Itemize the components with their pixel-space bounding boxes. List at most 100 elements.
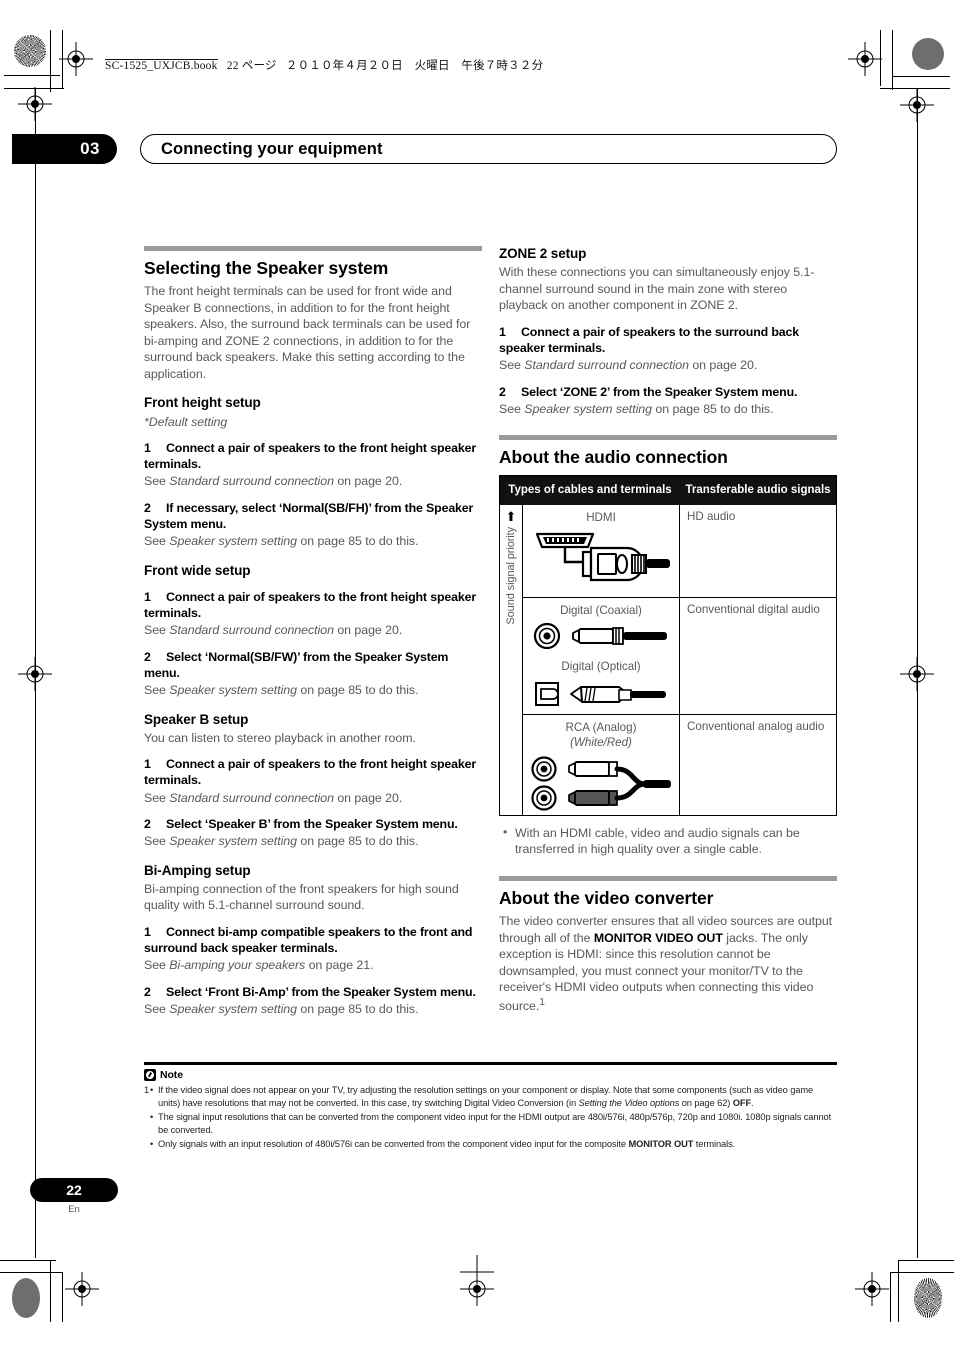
crop-mark [0,1272,62,1273]
print-file-header: SC-1525_UXJCB.book 22 ページ ２０１０年４月２０日 火曜日… [105,57,543,73]
step-number: 2 [144,817,151,832]
registration-mark-top-center [460,1255,494,1289]
step-text: Select ‘Speaker B’ from the Speaker Syst… [166,817,458,832]
coaxial-connector-icon [527,621,675,651]
see-target: Speaker system setting [169,834,297,849]
see-target: Standard surround connection [169,790,334,805]
table-row: RCA (Analog) (White/Red) Conventional an… [523,714,836,815]
table-header-row: Types of cables and terminals Transferab… [500,476,836,505]
note-text: The signal input resolutions that can be… [158,1111,832,1136]
step-number: 1 [144,441,151,456]
page-number-badge: 22 [30,1178,118,1202]
see-prefix: See [499,358,525,373]
step: 1 Connect a pair of speakers to the front… [144,756,482,788]
halftone-dot-top-right [912,38,944,70]
column-header-cables: Types of cables and terminals [508,484,672,497]
note-item: • Only signals with an input resolution o… [144,1138,837,1151]
registration-mark-bottom-left [65,1272,99,1306]
crop-mark [62,1272,63,1322]
crop-mark [890,1272,954,1273]
see-suffix: on page 20. [333,474,403,489]
registration-mark-bottom-right [855,1272,889,1306]
footnote-reference: 1 [539,996,545,1008]
see-target: Standard surround connection [169,474,334,489]
step-reference: See Standard surround connection on page… [144,790,482,807]
see-suffix: on page 20. [333,790,403,805]
note-body: 1 • If the video signal does not appear on… [144,1084,837,1152]
left-column: Selecting the Speaker system The front h… [144,246,482,1019]
subheading-front-height: Front height setup [144,395,261,411]
crop-mark [4,75,60,76]
see-suffix: on page 85 to do this. [296,682,419,697]
halftone-dot-top-left [14,35,46,67]
step-reference: See Speaker system setting on page 85 to… [144,1001,482,1018]
cell-cable-type: RCA (Analog) (White/Red) [523,714,680,815]
see-prefix: See [144,474,170,489]
section-rule [144,246,482,251]
see-prefix: See [144,958,170,973]
see-prefix: See [144,1001,170,1016]
step-text: Select ‘ZONE 2’ from the Speaker System … [521,384,798,399]
see-target: Speaker system setting [169,534,297,549]
crop-mark [50,30,51,92]
subheading-zone2: ZONE 2 setup [499,246,587,261]
up-arrow-icon: ⬆ [505,508,517,524]
section-heading-audio-connection: About the audio connection [499,447,728,468]
table-row: Digital (Coaxial) Digital (Optical) Conv… [523,597,836,715]
registration-mark-top-left [59,42,93,76]
column-header-signals: Transferable audio signals [685,484,831,497]
step-reference: See Standard surround connection on page… [144,622,482,639]
step-reference: See Bi-amping your speakers on page 21. [144,957,482,974]
see-suffix: on page 85 to do this. [296,834,419,849]
optical-connector-icon [527,677,675,711]
subheading-front-wide: Front wide setup [144,562,251,578]
sound-signal-priority-axis: ⬆ Sound signal priority [500,504,523,815]
crop-mark [898,1260,954,1261]
step-reference: See Speaker system setting on page 85 to… [144,682,482,699]
cell-signal-type: HD audio [687,509,736,523]
section-heading-speaker-system: Selecting the Speaker system [144,258,389,278]
note-bullet: • [150,1139,154,1150]
cell-signal-type: Conventional digital audio [687,602,820,616]
cell-cable-type: Digital (Coaxial) Digital (Optical) [523,597,680,714]
subheading-bi-amping: Bi-Amping setup [144,862,251,878]
step-text: If necessary, select ‘Normal(SB/FH)’ fro… [144,500,474,532]
step: 2 If necessary, select ‘Normal(SB/FH)’ fr… [144,500,482,532]
section-rule [499,435,837,441]
see-prefix: See [144,682,170,697]
step-number: 2 [144,500,151,515]
video-converter-paragraph: The video converter ensures that all vid… [499,913,837,1014]
page-language-code: En [68,1204,80,1215]
see-suffix: on page 21. [305,958,374,973]
note-marker: 1 [144,1084,150,1095]
cable-name: RCA (Analog) [565,720,637,734]
note-text: Only signals with an input resolution of… [158,1139,629,1150]
see-suffix: on page 85 to do this. [296,1001,419,1016]
crop-mark [892,76,950,77]
note-bullet: • [150,1111,154,1122]
step-reference: See Standard surround connection on page… [499,357,837,374]
section-heading-video-converter: About the video converter [499,888,714,909]
step-number: 2 [144,984,151,999]
audio-connection-table: Types of cables and terminals Transferab… [499,475,837,816]
hdmi-connector-icon [527,528,675,586]
step: 1 Connect a pair of speakers to the surro… [499,324,837,356]
bi-amping-intro: Bi-amping connection of the front speake… [144,881,459,913]
step-text: Select ‘Front Bi-Amp’ from the Speaker S… [166,984,476,999]
trim-line-left [35,88,36,1258]
document-page: SC-1525_UXJCB.book 22 ページ ２０１０年４月２０日 火曜日… [0,0,954,1350]
crop-mark [50,1260,51,1322]
note-rule [144,1062,837,1065]
table-row: HDMI HD audio [523,504,836,598]
step-reference: See Speaker system setting on page 85 to… [499,401,837,418]
monitor-video-out-term: MONITOR VIDEO OUT [593,930,723,945]
cable-subname: (White/Red) [570,735,632,749]
see-suffix: on page 20. [688,358,758,373]
see-prefix: See [499,401,525,416]
step-text: Connect bi-amp compatible speakers to th… [144,925,473,956]
cell-signal-type: Conventional analog audio [687,719,825,733]
step-text: Connect a pair of speakers to the surrou… [499,324,800,355]
speaker-b-intro: You can listen to stereo playback in ano… [144,730,416,745]
note-text-2: on page 62) [679,1097,733,1108]
chapter-number-badge: 03 [12,134,117,164]
